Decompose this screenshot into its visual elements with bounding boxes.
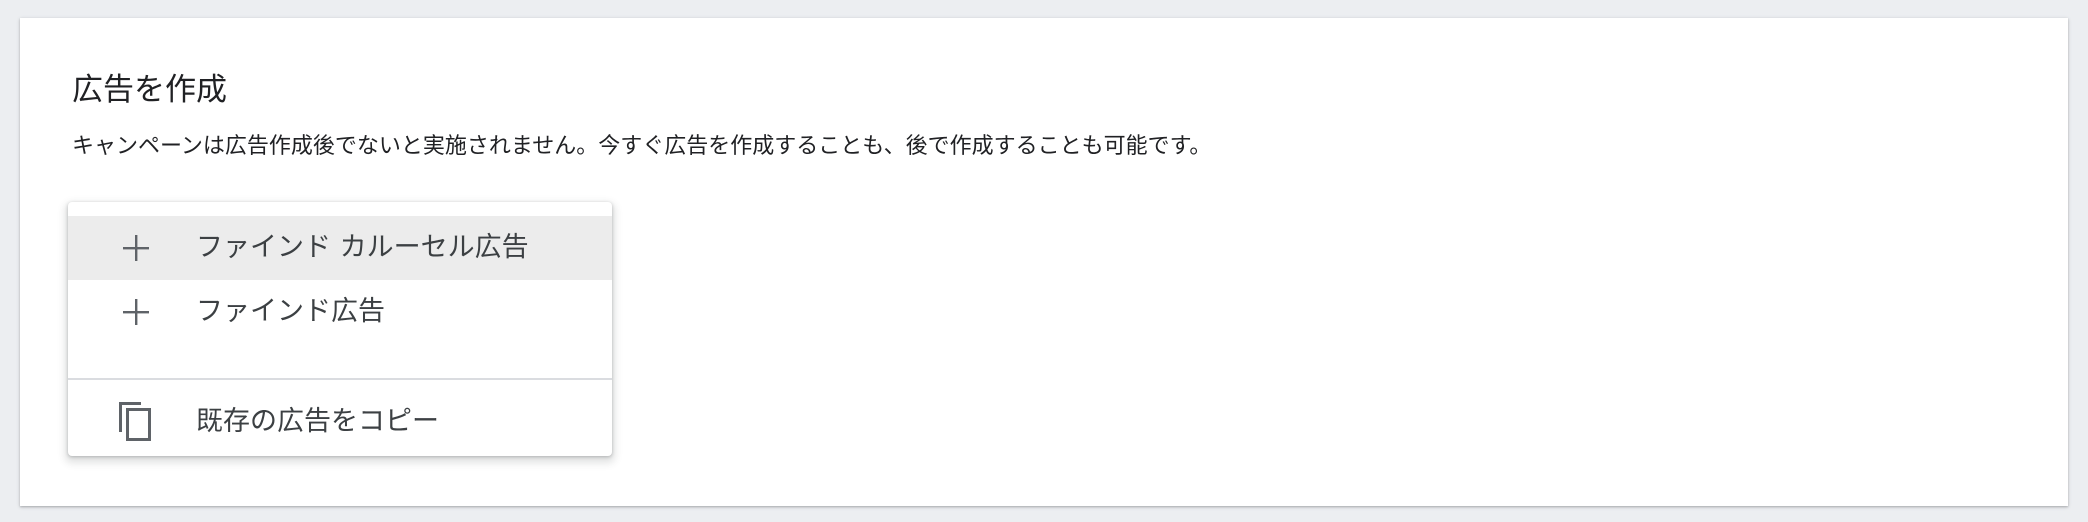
copy-icon xyxy=(114,400,158,444)
plus-icon xyxy=(114,226,158,270)
plus-icon xyxy=(114,290,158,334)
section-description: キャンペーンは広告作成後でないと実施されません。今すぐ広告を作成することも、後で… xyxy=(72,134,1212,159)
create-ad-card: 広告を作成 キャンペーンは広告作成後でないと実施されません。今すぐ広告を作成する… xyxy=(20,18,2068,506)
menu-item-copy-existing-ad[interactable]: 既存の広告をコピー xyxy=(68,390,612,454)
menu-item-label: ファインド カルーセル広告 xyxy=(196,232,529,263)
section-title: 広告を作成 xyxy=(72,72,227,108)
menu-item-label: ファインド広告 xyxy=(196,296,385,327)
menu-item-label: 既存の広告をコピー xyxy=(196,406,439,437)
create-ad-menu: ファインド カルーセル広告 ファインド広告 既存の広告をコピー xyxy=(68,202,612,456)
menu-item-discovery-carousel-ad[interactable]: ファインド カルーセル広告 xyxy=(68,216,612,280)
menu-divider xyxy=(68,378,612,380)
menu-item-discovery-ad[interactable]: ファインド広告 xyxy=(68,280,612,344)
